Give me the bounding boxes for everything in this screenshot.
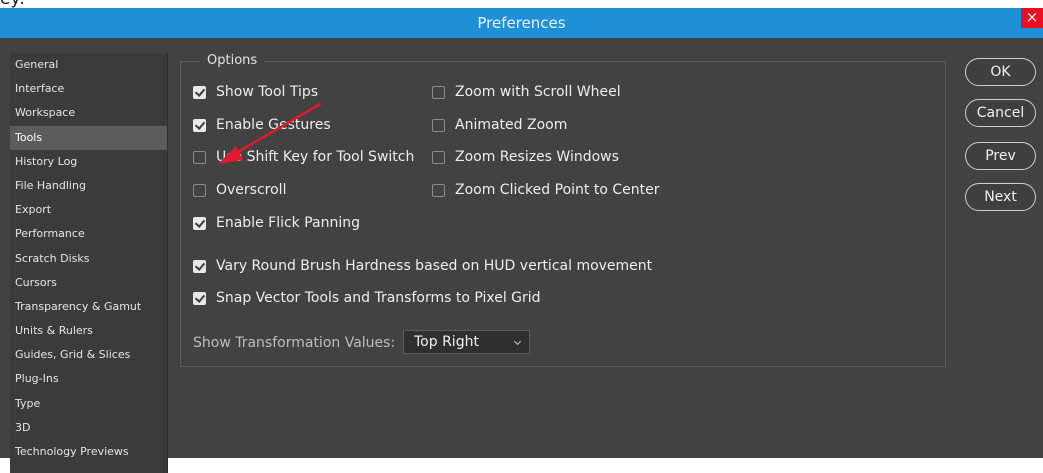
show-tool-tips-label: Show Tool Tips — [216, 84, 319, 100]
show-tool-tips-checkbox[interactable] — [193, 85, 206, 99]
sidebar-item-transparency-gamut[interactable]: Transparency & Gamut — [10, 295, 167, 319]
enable-flick-panning-label: Enable Flick Panning — [216, 215, 361, 231]
sidebar-item-type[interactable]: Type — [10, 392, 167, 416]
cancel-button[interactable]: Cancel — [965, 99, 1036, 127]
snap-vector-tools-checkbox[interactable] — [193, 291, 206, 305]
zoom-resizes-windows-option[interactable]: Zoom Resizes Windows — [432, 148, 619, 166]
sidebar-item-export[interactable]: Export — [10, 198, 167, 222]
snap-vector-tools-label: Snap Vector Tools and Transforms to Pixe… — [216, 290, 541, 306]
show-transformation-values-value: Top Right — [414, 334, 479, 350]
zoom-resizes-windows-checkbox[interactable] — [432, 150, 445, 164]
ok-button[interactable]: OK — [965, 58, 1036, 86]
zoom-scroll-wheel-checkbox[interactable] — [432, 85, 445, 99]
animated-zoom-label: Animated Zoom — [455, 117, 568, 133]
sidebar-item-history-log[interactable]: History Log — [10, 150, 167, 174]
enable-gestures-label: Enable Gestures — [216, 117, 331, 133]
overscroll-option[interactable]: Overscroll — [193, 181, 286, 199]
chevron-down-icon — [513, 337, 522, 346]
enable-gestures-checkbox[interactable] — [193, 118, 206, 132]
sidebar-item-general[interactable]: General — [10, 53, 167, 77]
close-icon[interactable]: × — [1021, 8, 1043, 28]
next-button[interactable]: Next — [965, 183, 1036, 211]
zoom-scroll-wheel-label: Zoom with Scroll Wheel — [455, 84, 621, 100]
sidebar-item-performance[interactable]: Performance — [10, 222, 167, 246]
zoom-resizes-windows-label: Zoom Resizes Windows — [455, 149, 619, 165]
sidebar-item-guides-grid-slices[interactable]: Guides, Grid & Slices — [10, 343, 167, 367]
sidebar-item-interface[interactable]: Interface — [10, 77, 167, 101]
use-shift-key-label: Use Shift Key for Tool Switch — [216, 149, 415, 165]
sidebar-item-workspace[interactable]: Workspace — [10, 101, 167, 125]
vary-round-brush-option[interactable]: Vary Round Brush Hardness based on HUD v… — [193, 257, 652, 275]
snap-vector-tools-option[interactable]: Snap Vector Tools and Transforms to Pixe… — [193, 289, 541, 307]
cropped-heading-fragment: ey: — [0, 0, 1043, 8]
zoom-scroll-wheel-option[interactable]: Zoom with Scroll Wheel — [432, 83, 621, 101]
show-transformation-values-label: Show Transformation Values: — [193, 335, 396, 351]
animated-zoom-option[interactable]: Animated Zoom — [432, 116, 567, 134]
sidebar-item-technology-previews[interactable]: Technology Previews — [10, 440, 167, 464]
preferences-sidebar: General Interface Workspace Tools Histor… — [10, 53, 168, 473]
sidebar-item-units-rulers[interactable]: Units & Rulers — [10, 319, 167, 343]
zoom-clicked-point-checkbox[interactable] — [432, 183, 445, 197]
show-tool-tips-option[interactable]: Show Tool Tips — [193, 83, 318, 101]
title-bar: Preferences × — [0, 8, 1043, 38]
vary-round-brush-checkbox[interactable] — [193, 259, 206, 273]
sidebar-item-file-handling[interactable]: File Handling — [10, 174, 167, 198]
overscroll-label: Overscroll — [216, 182, 287, 198]
use-shift-key-checkbox[interactable] — [193, 150, 206, 164]
use-shift-key-option[interactable]: Use Shift Key for Tool Switch — [193, 148, 414, 166]
animated-zoom-checkbox[interactable] — [432, 118, 445, 132]
sidebar-item-plug-ins[interactable]: Plug-Ins — [10, 367, 167, 391]
sidebar-item-cursors[interactable]: Cursors — [10, 271, 167, 295]
cropped-heading-text: ey: — [0, 0, 25, 8]
enable-flick-panning-option[interactable]: Enable Flick Panning — [193, 214, 360, 232]
show-transformation-values-select[interactable]: Top Right — [403, 330, 530, 354]
overscroll-checkbox[interactable] — [193, 183, 206, 197]
sidebar-item-3d[interactable]: 3D — [10, 416, 167, 440]
enable-gestures-option[interactable]: Enable Gestures — [193, 116, 331, 134]
preferences-dialog: General Interface Workspace Tools Histor… — [0, 38, 1043, 473]
zoom-clicked-point-option[interactable]: Zoom Clicked Point to Center — [432, 181, 659, 199]
prev-button[interactable]: Prev — [965, 142, 1036, 170]
window-title: Preferences — [477, 14, 566, 32]
vary-round-brush-label: Vary Round Brush Hardness based on HUD v… — [216, 258, 653, 274]
sidebar-item-tools[interactable]: Tools — [10, 125, 167, 150]
enable-flick-panning-checkbox[interactable] — [193, 216, 206, 230]
zoom-clicked-point-label: Zoom Clicked Point to Center — [455, 182, 660, 198]
options-legend: Options — [200, 53, 265, 69]
sidebar-item-scratch-disks[interactable]: Scratch Disks — [10, 247, 167, 271]
